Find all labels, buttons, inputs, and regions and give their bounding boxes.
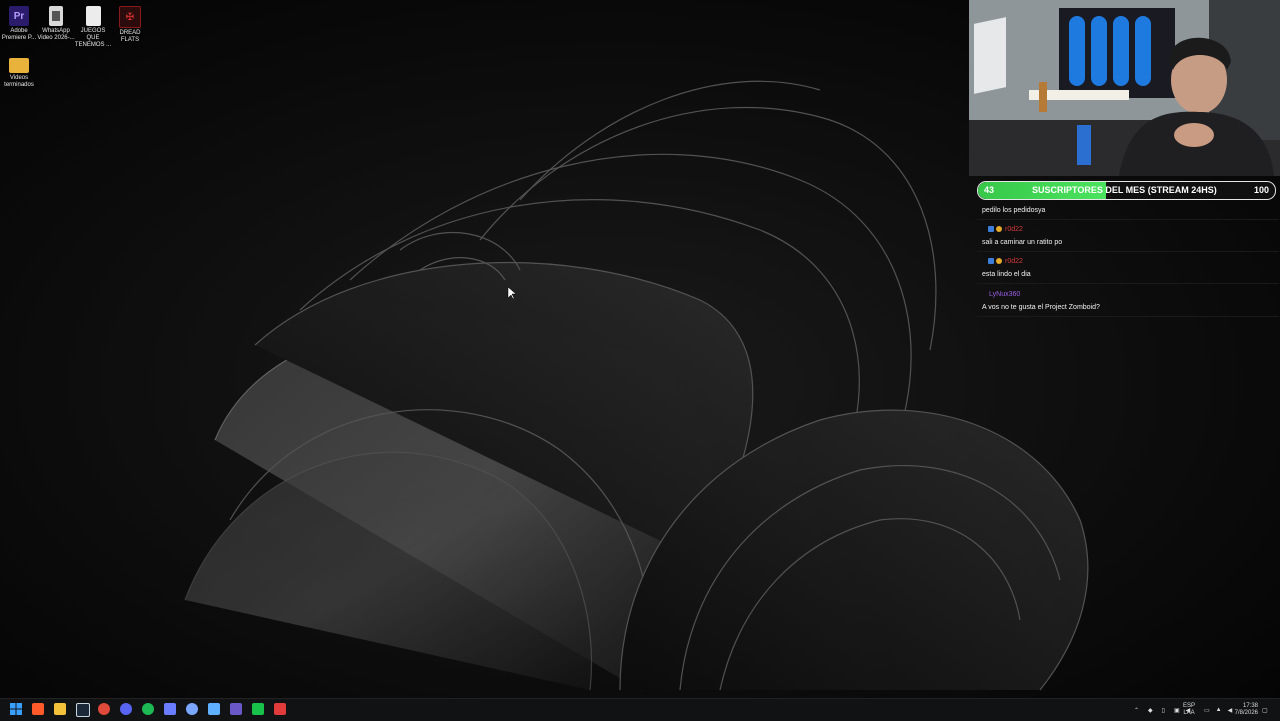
chat-username-row: LyNux360 xyxy=(977,291,1279,301)
clock-date: 7/8/2026 xyxy=(1234,710,1258,716)
chevron-up-icon[interactable]: ⌃ xyxy=(1134,707,1139,714)
language-indicator[interactable]: ESP LAA xyxy=(1183,699,1195,721)
text-file-icon xyxy=(85,6,101,26)
chat-message: esta lindo el dia xyxy=(977,271,1279,284)
webcam-feed-image xyxy=(969,0,1280,176)
microphone-icon[interactable]: ▯ xyxy=(1162,707,1165,714)
chat-username-row: r0d22 xyxy=(977,258,1279,268)
discord-icon[interactable] xyxy=(120,703,132,715)
chat-message: sali a caminar un ratito po xyxy=(977,239,1279,252)
language-layout: LAA xyxy=(1183,710,1195,716)
steam-tray-icon[interactable]: ◆ xyxy=(1148,707,1153,714)
display-icon[interactable]: ▭ xyxy=(1204,707,1210,714)
language-code: ESP xyxy=(1183,703,1196,709)
icon-label: WhatsApp xyxy=(42,28,70,34)
clock-time: 17:38 xyxy=(1242,703,1258,709)
webcam-overlay xyxy=(969,0,1280,176)
desktop-icon-premiere[interactable]: Pr Adobe Premiere P... xyxy=(0,6,38,42)
video-file-icon xyxy=(49,6,63,26)
game-icon: ✠ xyxy=(119,6,141,28)
icon-label: DREAD xyxy=(119,30,141,36)
monitor-app-icon[interactable] xyxy=(164,703,176,715)
chat-message-text: pedilo los pedidosya xyxy=(982,207,1046,214)
spotify-icon[interactable] xyxy=(142,703,154,715)
icon-label: TENEMOS ... xyxy=(74,42,112,48)
chat-message-text: sali a caminar un ratito po xyxy=(982,239,1063,246)
desktop-icon-dread-flats[interactable]: ✠ DREAD FLATS xyxy=(111,6,149,44)
icon-label: Premiere P... xyxy=(1,35,37,41)
media-app-icon[interactable] xyxy=(274,703,286,715)
chat-username: LyNux360 xyxy=(989,291,1021,298)
icon-label: Adobe xyxy=(10,28,28,34)
icon-label: JUEGOS QUE xyxy=(80,28,106,41)
windows-start-icon[interactable] xyxy=(10,703,22,715)
clock[interactable]: 17:38 7/8/2026 xyxy=(1230,699,1258,721)
goal-label: SUSCRIPTORES DEL MES (STREAM 24HS) xyxy=(1032,185,1217,195)
obs-app-icon[interactable] xyxy=(230,703,242,715)
subscriber-goal-bar: 43 SUSCRIPTORES DEL MES (STREAM 24HS) 10… xyxy=(977,181,1276,200)
chat-message: A vos no te gusta el Project Zomboid? xyxy=(977,304,1279,317)
chat-message-text: A vos no te gusta el Project Zomboid? xyxy=(982,304,1100,311)
icon-label: Video 2026-... xyxy=(37,35,75,41)
tray-icons-right: ▭ ▲ ◀ xyxy=(1204,699,1232,721)
wifi-icon[interactable]: ▲ xyxy=(1216,707,1222,713)
icon-label: terminados xyxy=(4,82,34,88)
icon-label: FLATS xyxy=(120,37,140,43)
desktop-icon-juegos-txt[interactable]: JUEGOS QUE TENEMOS ... xyxy=(74,6,112,49)
steam-icon[interactable] xyxy=(76,703,90,717)
notification-icon[interactable]: ▢ xyxy=(1262,699,1268,721)
chat-username: r0d22 xyxy=(1005,226,1023,233)
brave-browser-icon[interactable] xyxy=(32,703,44,715)
goal-target-value: 100 xyxy=(1253,185,1269,195)
xbox-app-icon[interactable] xyxy=(252,703,264,715)
network-icon[interactable]: ▣ xyxy=(1174,707,1180,714)
folder-icon xyxy=(9,58,29,73)
chat-message: pedilo los pedidosya xyxy=(977,207,1279,220)
taskbar: ⌃ ◆ ▯ ▣ ◀ ESP LAA ▭ ▲ ◀ 17:38 7/8/2026 ▢ xyxy=(0,698,1280,721)
chat-username-row: r0d22 xyxy=(977,226,1279,236)
premiere-icon: Pr xyxy=(9,6,29,26)
chat-username: r0d22 xyxy=(1005,258,1023,265)
chat-message-text: esta lindo el dia xyxy=(982,271,1031,278)
icon-label: Videos xyxy=(9,75,29,81)
controller-app-icon[interactable] xyxy=(208,703,220,715)
file-explorer-icon[interactable] xyxy=(54,703,66,715)
settings-icon[interactable] xyxy=(186,703,198,715)
desktop-icon-whatsapp-video[interactable]: WhatsApp Video 2026-... xyxy=(37,6,75,42)
chrome-icon[interactable] xyxy=(98,703,110,715)
goal-current-value: 43 xyxy=(984,185,995,195)
desktop-icon-videos-folder[interactable]: Videos terminados xyxy=(0,56,38,89)
